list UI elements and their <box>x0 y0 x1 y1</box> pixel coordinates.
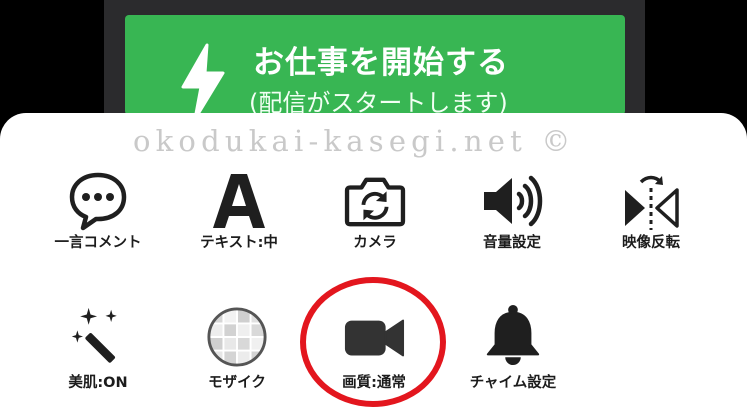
mosaic-icon <box>207 307 267 367</box>
flip-video-label: 映像反転 <box>622 235 680 251</box>
speaker-icon <box>484 175 543 227</box>
comment-button[interactable]: 一言コメント <box>30 168 166 268</box>
background-left <box>0 0 104 130</box>
video-quality-label: 画質:通常 <box>342 375 406 391</box>
text-size-label: テキスト:中 <box>200 235 278 251</box>
beauty-filter-button[interactable]: 美肌:ON <box>30 304 166 404</box>
watermark: okodukai-kasegi.net © <box>133 124 576 158</box>
mosaic-button[interactable]: モザイク <box>169 304 305 404</box>
text-size-button[interactable]: テキスト:中 <box>171 168 307 268</box>
beauty-filter-label: 美肌:ON <box>68 375 128 391</box>
magic-wand-icon <box>71 307 117 363</box>
start-button-title: お仕事を開始する <box>253 45 509 81</box>
speech-bubble-icon <box>69 172 127 231</box>
bell-icon <box>486 304 540 366</box>
camera-switch-button[interactable]: カメラ <box>307 168 443 268</box>
chime-settings-label: チャイム設定 <box>469 375 557 391</box>
chime-settings-button[interactable]: チャイム設定 <box>445 304 581 404</box>
camera-label: カメラ <box>353 235 397 251</box>
video-camera-icon <box>344 319 405 357</box>
flip-icon <box>625 175 679 230</box>
flip-video-button[interactable]: 映像反転 <box>583 168 719 268</box>
video-quality-button[interactable]: 画質:通常 <box>306 304 442 404</box>
lightning-icon <box>181 43 225 121</box>
volume-button[interactable]: 音量設定 <box>444 168 580 268</box>
volume-label: 音量設定 <box>483 235 541 251</box>
comment-label: 一言コメント <box>54 235 142 251</box>
camera-switch-icon <box>344 177 406 227</box>
background-right <box>645 0 747 130</box>
text-a-icon <box>213 174 265 228</box>
start-work-button[interactable]: お仕事を開始する (配信がスタートします) <box>125 15 625 121</box>
mosaic-label: モザイク <box>208 375 266 391</box>
